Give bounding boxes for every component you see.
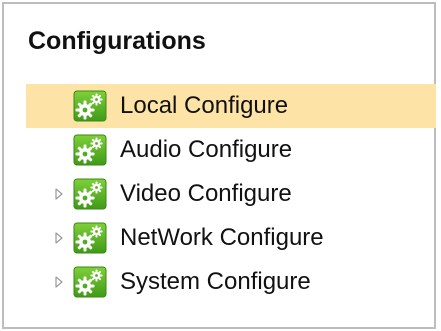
expand-arrow-icon[interactable] — [52, 187, 66, 201]
tree-item-system-configure[interactable]: System Configure — [26, 260, 436, 304]
gear-icon — [73, 222, 107, 254]
tree-item-network-configure[interactable]: NetWork Configure — [26, 216, 436, 260]
panel-title: Configurations — [28, 27, 206, 55]
tree-item-audio-configure[interactable]: Audio Configure — [26, 128, 436, 172]
expand-arrow-icon[interactable] — [52, 275, 66, 289]
gear-icon — [73, 90, 107, 122]
expand-arrow-icon[interactable] — [52, 231, 66, 245]
tree-item-local-configure[interactable]: Local Configure — [26, 84, 436, 128]
tree-item-label: Local Configure — [120, 92, 289, 119]
gear-icon — [73, 266, 107, 298]
gear-icon — [73, 134, 107, 166]
tree-item-video-configure[interactable]: Video Configure — [26, 172, 436, 216]
tree-item-label: Audio Configure — [120, 136, 293, 163]
tree-item-label: System Configure — [120, 268, 311, 295]
tree-item-label: Video Configure — [120, 180, 292, 207]
configurations-panel: Configurations Local Configure Audio Con… — [2, 2, 436, 329]
gear-icon — [73, 178, 107, 210]
tree-item-label: NetWork Configure — [120, 224, 324, 251]
